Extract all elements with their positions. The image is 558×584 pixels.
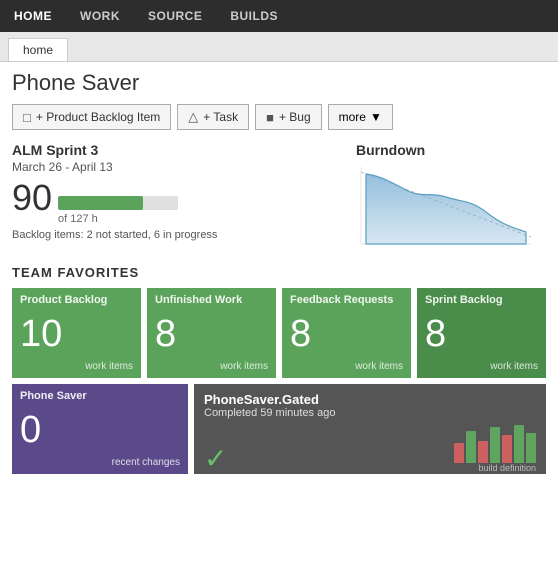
build-bottom: ✓ build definition <box>204 423 536 473</box>
tile-unfinished-work-label: Unfinished Work <box>155 294 268 306</box>
build-bar-1 <box>454 443 464 463</box>
add-task-button[interactable]: △ + Task <box>177 104 249 130</box>
tile-unfinished-work-sub: work items <box>155 361 268 372</box>
progress-bar <box>58 196 178 210</box>
backlog-item-label: + Product Backlog Item <box>36 110 160 124</box>
main-content: Phone Saver □ + Product Backlog Item △ +… <box>0 62 558 482</box>
build-bars-chart <box>454 423 536 463</box>
tile-sprint-backlog-number: 8 <box>425 315 538 353</box>
tile-phone-saver-sub: recent changes <box>20 457 180 468</box>
tile-feedback-requests[interactable]: Feedback Requests 8 work items <box>282 288 411 378</box>
tile-sprint-backlog[interactable]: Sprint Backlog 8 work items <box>417 288 546 378</box>
tile-product-backlog[interactable]: Product Backlog 10 work items <box>12 288 141 378</box>
more-label: more <box>339 110 366 124</box>
nav-work[interactable]: WORK <box>74 5 126 27</box>
add-bug-button[interactable]: ■ + Bug <box>255 104 322 130</box>
burndown-chart <box>356 162 536 252</box>
bug-icon: ■ <box>266 110 274 125</box>
build-subtitle: Completed 59 minutes ago <box>204 407 536 419</box>
tile-product-backlog-label: Product Backlog <box>20 294 133 306</box>
tile-feedback-requests-number: 8 <box>290 315 403 353</box>
bug-label: + Bug <box>279 110 311 124</box>
build-bar-3 <box>478 441 488 463</box>
tile-sprint-backlog-sub: work items <box>425 361 538 372</box>
page-title: Phone Saver <box>12 70 546 96</box>
team-favorites-header: TEAM FAVORITES <box>12 265 546 280</box>
build-bar-6 <box>514 425 524 463</box>
tile-phone-saver[interactable]: Phone Saver 0 recent changes <box>12 384 188 474</box>
sprint-title: ALM Sprint 3 <box>12 142 336 158</box>
burndown-section: Burndown <box>356 142 546 255</box>
tile-product-backlog-sub: work items <box>20 361 133 372</box>
sprint-progress-col: of 127 h <box>58 196 178 225</box>
tile-build[interactable]: PhoneSaver.Gated Completed 59 minutes ag… <box>194 384 546 474</box>
task-icon: △ <box>188 109 198 125</box>
build-bar-7 <box>526 433 536 463</box>
backlog-icon: □ <box>23 110 31 125</box>
tab-home[interactable]: home <box>8 38 68 61</box>
progress-bar-fill <box>58 196 143 210</box>
build-bar-2 <box>466 431 476 463</box>
sprint-info: ALM Sprint 3 March 26 - April 13 90 of 1… <box>12 142 336 255</box>
sprint-section: ALM Sprint 3 March 26 - April 13 90 of 1… <box>12 142 546 255</box>
bottom-tiles: Phone Saver 0 recent changes PhoneSaver.… <box>12 384 546 474</box>
nav-source[interactable]: SOURCE <box>142 5 208 27</box>
nav-home[interactable]: HOME <box>8 5 58 27</box>
top-tiles-grid: Product Backlog 10 work items Unfinished… <box>12 288 546 378</box>
more-button[interactable]: more ▼ <box>328 104 393 130</box>
tile-feedback-requests-label: Feedback Requests <box>290 294 403 306</box>
backlog-status: Backlog items: 2 not started, 6 in progr… <box>12 229 336 241</box>
add-backlog-item-button[interactable]: □ + Product Backlog Item <box>12 104 171 130</box>
top-navigation: HOME WORK SOURCE BUILDS <box>0 0 558 32</box>
action-buttons-row: □ + Product Backlog Item △ + Task ■ + Bu… <box>12 104 546 130</box>
build-definition-label: build definition <box>478 463 536 473</box>
task-label: + Task <box>203 110 238 124</box>
tile-phone-saver-number: 0 <box>20 411 180 449</box>
hours-label: of 127 h <box>58 213 178 225</box>
chevron-down-icon: ▼ <box>370 110 382 124</box>
tile-sprint-backlog-label: Sprint Backlog <box>425 294 538 306</box>
tile-unfinished-work[interactable]: Unfinished Work 8 work items <box>147 288 276 378</box>
tile-feedback-requests-sub: work items <box>290 361 403 372</box>
build-bar-4 <box>490 427 500 463</box>
sprint-hours-number: 90 <box>12 180 52 216</box>
nav-builds[interactable]: BUILDS <box>224 5 284 27</box>
tile-phone-saver-label: Phone Saver <box>20 390 180 402</box>
burndown-title: Burndown <box>356 142 546 158</box>
tile-unfinished-work-number: 8 <box>155 315 268 353</box>
build-title: PhoneSaver.Gated <box>204 392 536 407</box>
build-success-icon: ✓ <box>204 445 227 473</box>
build-bar-5 <box>502 435 512 463</box>
tile-product-backlog-number: 10 <box>20 315 133 353</box>
tab-bar: home <box>0 32 558 62</box>
sprint-dates: March 26 - April 13 <box>12 160 336 174</box>
sprint-hours-row: 90 of 127 h <box>12 180 336 225</box>
